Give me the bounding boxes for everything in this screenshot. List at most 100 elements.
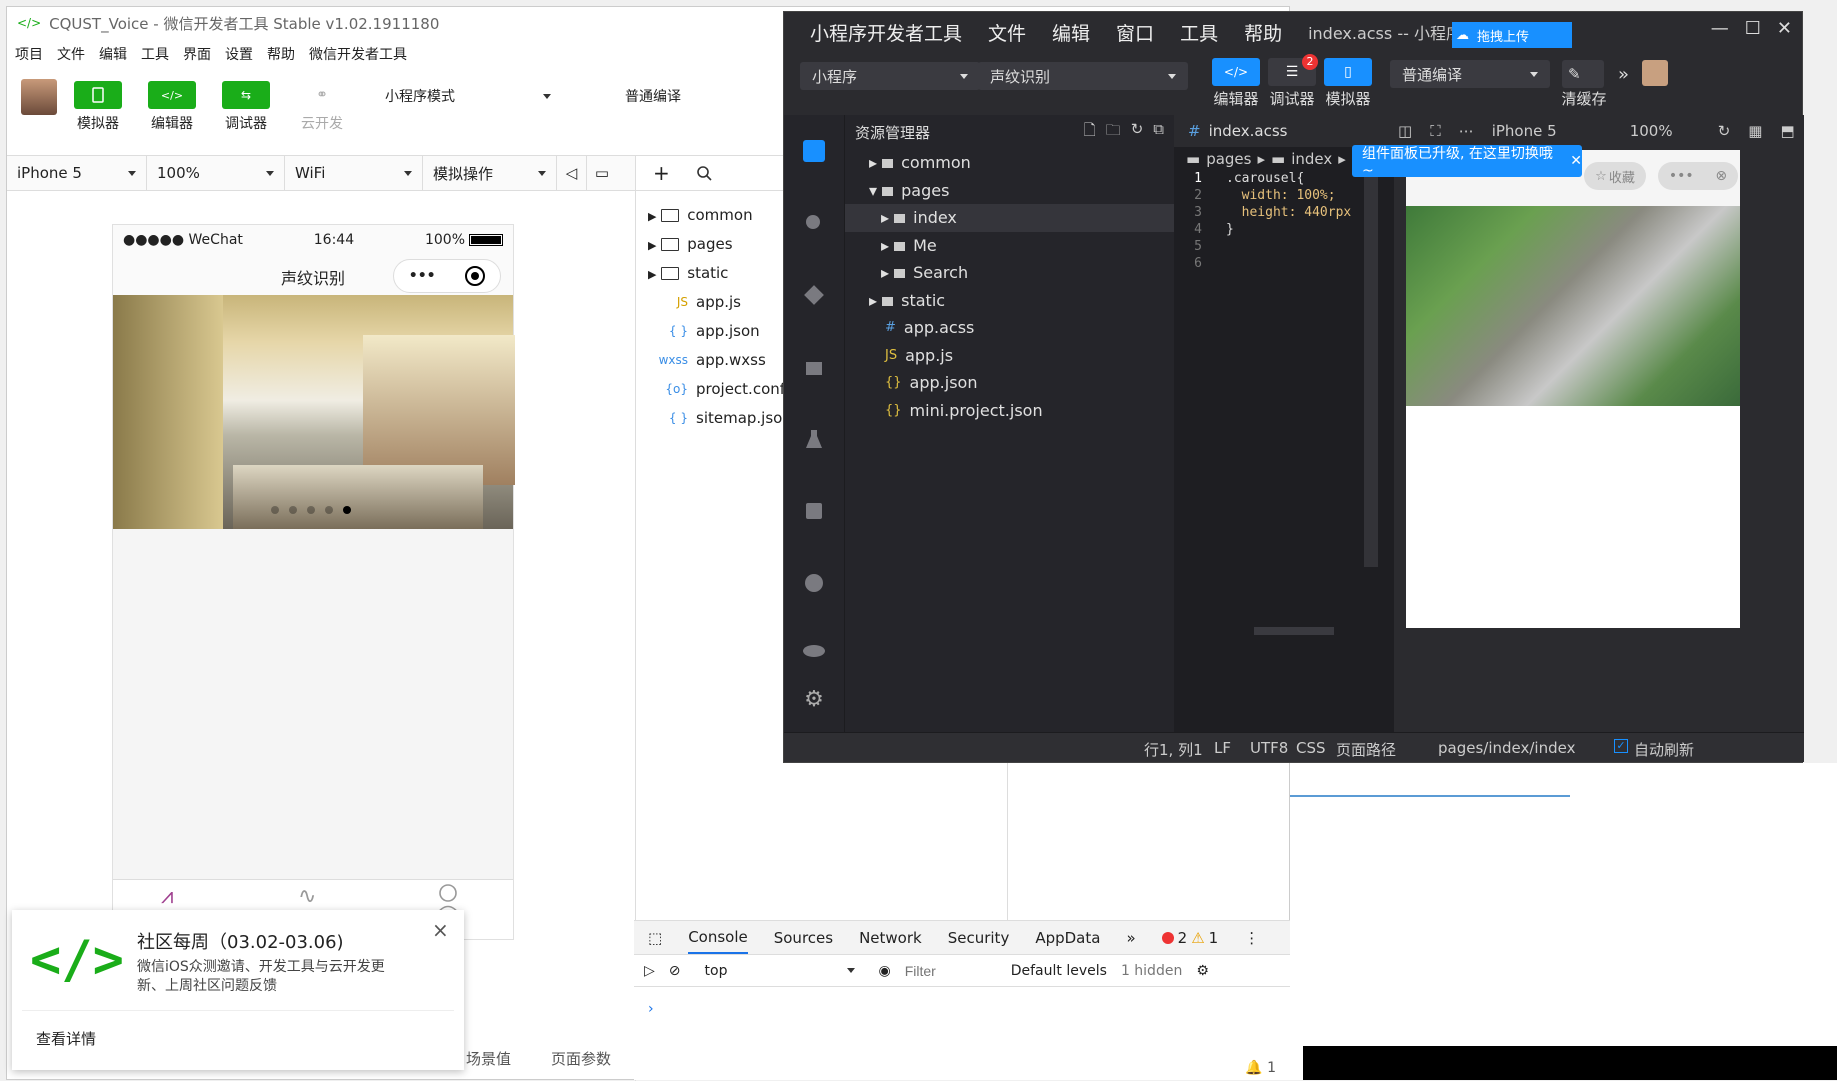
file-tree-item[interactable]: ▶ common: [648, 200, 799, 229]
search-icon[interactable]: [696, 165, 712, 181]
inspect-icon[interactable]: ⬒: [1780, 122, 1794, 140]
simulator-toggle-button[interactable]: ▯: [1324, 58, 1372, 86]
explorer-tree-item[interactable]: ▸ index: [845, 204, 1174, 232]
compile-select[interactable]: 普通编译: [615, 81, 791, 111]
menu-project[interactable]: 项目: [15, 44, 43, 64]
carousel-dot[interactable]: [289, 506, 297, 514]
explorer-tree-item[interactable]: ▸ common: [845, 149, 1174, 177]
maximize-icon[interactable]: ☐: [1745, 18, 1761, 39]
wave-tab-icon[interactable]: ∿: [298, 884, 316, 909]
close-icon[interactable]: ✕: [1570, 153, 1582, 169]
explorer-tree-item[interactable]: ▸ Me: [845, 232, 1174, 260]
breadcrumb-index[interactable]: index: [1291, 150, 1332, 168]
gear-icon[interactable]: ⚙: [784, 679, 844, 719]
explorer-tree-item[interactable]: JS app.js: [845, 342, 1174, 370]
clear-console-icon[interactable]: ⊘: [669, 963, 681, 979]
editor-activity-icon[interactable]: [784, 115, 844, 187]
menu-tools[interactable]: 工具: [141, 44, 169, 64]
editor-button[interactable]: </> 编辑器: [147, 81, 197, 133]
close-circle-icon[interactable]: [465, 266, 486, 286]
refresh-icon[interactable]: ↻: [1718, 122, 1731, 140]
compile-select[interactable]: 普通编译: [1390, 60, 1550, 88]
menu-wechat-devtools[interactable]: 微信开发者工具: [309, 44, 407, 64]
file-tree-item[interactable]: { } sitemap.json: [648, 403, 799, 432]
network-select[interactable]: WiFi: [285, 156, 423, 190]
refresh-icon[interactable]: ↻: [1131, 120, 1144, 145]
inspect-icon[interactable]: ⬚: [648, 929, 662, 947]
carousel-dot[interactable]: [307, 506, 315, 514]
preview-zoom-select[interactable]: 100%: [1630, 122, 1700, 140]
editor-tab[interactable]: # index.acss: [1174, 115, 1394, 147]
support-activity-icon[interactable]: [784, 547, 844, 619]
clear-cache-select[interactable]: ✎: [1562, 60, 1604, 88]
view-details-link[interactable]: 查看详情: [36, 1028, 96, 1049]
add-icon[interactable]: +: [653, 161, 670, 185]
tab-appdata[interactable]: AppData: [1035, 929, 1100, 947]
project-type-select[interactable]: 小程序: [800, 62, 980, 90]
avatar[interactable]: [1642, 60, 1668, 86]
more-icon[interactable]: •••: [409, 268, 436, 284]
tab-network[interactable]: Network: [859, 929, 922, 947]
menu-window[interactable]: 窗口: [1116, 19, 1154, 46]
more-icon[interactable]: ⋯: [1459, 122, 1474, 140]
upload-badge[interactable]: ☁ 拖拽上传: [1452, 22, 1572, 48]
device-select[interactable]: iPhone 5: [7, 156, 147, 190]
editor-toggle-button[interactable]: </>: [1212, 58, 1260, 86]
file-tree-item[interactable]: {o} project.config: [648, 374, 798, 403]
explorer-tree-item[interactable]: ▸ Search: [845, 259, 1174, 287]
extensions-activity-icon[interactable]: [784, 331, 844, 403]
close-circle-icon[interactable]: ⊗: [1715, 168, 1727, 184]
encoding-indicator[interactable]: UTF8: [1250, 739, 1288, 757]
menu-file[interactable]: 文件: [57, 44, 85, 64]
new-folder-icon[interactable]: 🗀: [1106, 120, 1121, 145]
eye-icon[interactable]: ◉: [879, 963, 891, 979]
menu-help[interactable]: 帮助: [1244, 19, 1282, 46]
explorer-tree-item[interactable]: # app.acss: [845, 314, 1174, 342]
git-activity-icon[interactable]: [784, 259, 844, 331]
search-activity-icon[interactable]: [784, 187, 844, 259]
notification-count[interactable]: 🔔 1: [1245, 1060, 1276, 1076]
explorer-tree-item[interactable]: {} app.json: [845, 369, 1174, 397]
filter-input[interactable]: [904, 959, 997, 982]
new-file-icon[interactable]: 🗋: [1084, 120, 1096, 145]
avatar[interactable]: [21, 79, 57, 115]
menu-settings[interactable]: 设置: [225, 44, 253, 64]
sidebar-toggle-icon[interactable]: ▷: [644, 963, 655, 979]
more-tabs-icon[interactable]: »: [1126, 929, 1135, 947]
carousel-dot[interactable]: [343, 506, 351, 514]
menu-tools[interactable]: 工具: [1180, 19, 1218, 46]
page-path-label[interactable]: 页面路径: [1336, 739, 1396, 760]
simulator-button[interactable]: 模拟器: [73, 81, 123, 133]
tab-security[interactable]: Security: [948, 929, 1010, 947]
file-tree-item[interactable]: ▶ static: [648, 258, 799, 287]
breadcrumb-pages[interactable]: pages: [1206, 150, 1251, 168]
context-select[interactable]: top: [695, 959, 865, 983]
menu-edit[interactable]: 编辑: [1052, 19, 1090, 46]
carousel-image[interactable]: [113, 295, 515, 529]
menu-app[interactable]: 小程序开发者工具: [810, 19, 962, 46]
more-icon[interactable]: •••: [1669, 168, 1694, 184]
preview-device-select[interactable]: iPhone 5: [1492, 122, 1612, 140]
console-prompt[interactable]: ›: [648, 1001, 654, 1017]
horizontal-scrollbar[interactable]: [1254, 627, 1334, 635]
levels-select[interactable]: Default levels: [1011, 963, 1107, 979]
kebab-menu-icon[interactable]: ⋮: [1244, 929, 1259, 947]
tab-sources[interactable]: Sources: [774, 929, 833, 947]
more-icon[interactable]: »: [1618, 64, 1629, 85]
window-icon[interactable]: ▭: [587, 156, 617, 190]
menu-edit[interactable]: 编辑: [99, 44, 127, 64]
menu-file[interactable]: 文件: [988, 19, 1026, 46]
explorer-tree-item[interactable]: {} mini.project.json: [845, 397, 1174, 425]
carousel-dot[interactable]: [325, 506, 333, 514]
vertical-scrollbar[interactable]: [1364, 147, 1378, 567]
sim-ops-select[interactable]: 模拟操作: [423, 156, 557, 190]
favorite-button[interactable]: ☆ 收藏: [1584, 162, 1646, 190]
collapse-icon[interactable]: ⧉: [1153, 120, 1164, 145]
store-activity-icon[interactable]: [784, 475, 844, 547]
file-tree-item[interactable]: { } app.json: [648, 316, 799, 345]
gear-icon[interactable]: ⚙: [1196, 963, 1209, 979]
tab-console[interactable]: Console: [688, 922, 748, 954]
mute-icon[interactable]: ◁: [557, 156, 587, 190]
zoom-select[interactable]: 100%: [147, 156, 285, 190]
explorer-tree-item[interactable]: ▸ static: [845, 287, 1174, 315]
